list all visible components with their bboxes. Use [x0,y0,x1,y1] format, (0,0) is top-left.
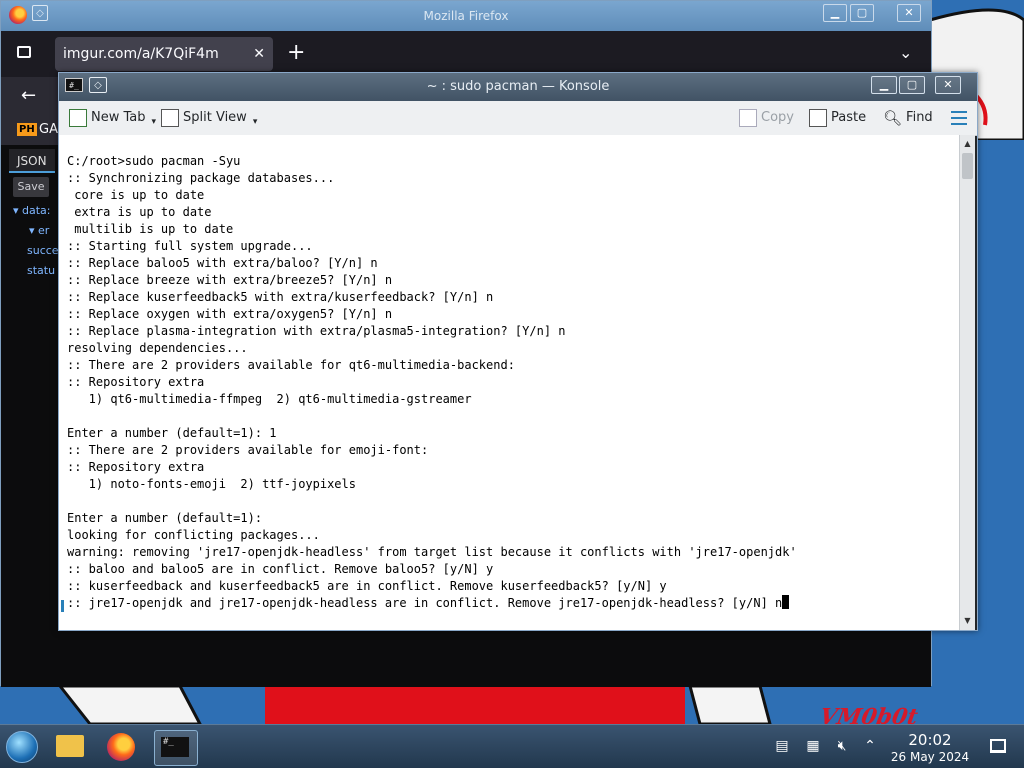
terminal-line: warning: removing 'jre17-openjdk-headles… [67,545,797,559]
new-tab-button[interactable]: New Tab ▾ [69,101,156,135]
konsole-toolbar: New Tab ▾ Split View ▾ Copy Paste 🔍︎ Fin… [59,101,977,136]
tabs-overview-icon[interactable] [17,46,31,58]
maximize-button[interactable]: ▢ [899,76,925,94]
minimize-button[interactable]: ▁ [871,76,897,94]
tab-close-icon[interactable]: ✕ [253,37,265,71]
copy-label: Copy [761,110,794,125]
terminal-line: :: Replace baloo5 with extra/baloo? [Y/n… [67,256,378,270]
scrollbar-thumb[interactable] [962,153,973,179]
terminal-line: resolving dependencies... [67,341,248,355]
terminal-line: :: Repository extra [67,460,205,474]
terminal-line: :: There are 2 providers available for e… [67,443,429,457]
json-tree-node[interactable]: ▾ data: [13,204,51,217]
minimize-button[interactable]: ▁ [823,4,847,22]
terminal-line: :: kuserfeedback and kuserfeedback5 are … [67,579,667,593]
terminal-cursor [782,595,790,609]
show-desktop-icon[interactable] [990,739,1006,753]
scroll-down-icon[interactable]: ▼ [960,614,975,628]
firefox-titlebar[interactable]: ◇ Mozilla Firefox ▁ ▢ ✕ [1,1,931,31]
new-tab-icon [69,109,87,127]
chevron-down-icon[interactable]: ▾ [253,105,258,139]
terminal-line: Enter a number (default=1): 1 [67,426,277,440]
current-line-marker [61,600,64,612]
terminal-line: multilib is up to date [67,222,234,236]
scroll-up-icon[interactable]: ▲ [960,137,975,151]
taskbar: #_ ▤ ▦ 🔇︎ ⌃ 20:02 26 May 2024 [0,724,1024,768]
maximize-button[interactable]: ▢ [850,4,874,22]
terminal-line: :: Replace plasma-integration with extra… [67,324,566,338]
terminal-line: :: Starting full system upgrade... [67,239,313,253]
copy-button[interactable]: Copy [739,101,794,135]
close-button[interactable]: ✕ [935,76,961,94]
volume-muted-icon[interactable]: 🔇︎ [834,738,850,754]
terminal-icon: #_ [161,737,189,757]
terminal-line: :: Synchronizing package databases... [67,171,335,185]
new-tab-label: New Tab [91,110,146,125]
tab-title: imgur.com/a/K7QiF4m [63,46,219,62]
json-tree-node[interactable]: succe [27,244,59,257]
terminal-line: Enter a number (default=1): [67,511,263,525]
terminal-line: 1) noto-fonts-emoji 2) ttf-joypixels [67,477,356,491]
paste-button[interactable]: Paste [809,101,866,135]
terminal-line: 1) qt6-multimedia-ffmpeg 2) qt6-multimed… [67,392,472,406]
tab-imgur[interactable]: imgur.com/a/K7QiF4m ✕ [55,37,273,71]
terminal-output[interactable]: C:/root>sudo pacman -Syu :: Synchronizin… [59,135,959,630]
paste-icon [809,109,827,127]
save-button[interactable]: Save [13,177,49,197]
find-button[interactable]: 🔍︎ Find [883,101,933,135]
chevron-down-icon[interactable]: ▾ [152,105,157,139]
firefox-icon[interactable] [107,733,135,761]
start-menu-button[interactable] [6,731,38,763]
search-icon: 🔍︎ [883,109,903,127]
notes-icon[interactable]: ▦ [805,738,821,754]
clock-time[interactable]: 20:02 [880,731,980,749]
terminal-line: C:/root>sudo pacman -Syu [67,154,241,168]
terminal-line: extra is up to date [67,205,212,219]
clock-date[interactable]: 26 May 2024 [880,750,980,764]
chevron-down-icon[interactable]: ⌄ [899,43,912,62]
konsole-titlebar[interactable]: #_ ◇ ~ : sudo pacman — Konsole ▁ ▢ ✕ [59,73,977,101]
file-manager-icon[interactable] [56,735,84,757]
copy-icon [739,109,757,127]
json-tree-node[interactable]: ▾ er [29,224,49,237]
close-button[interactable]: ✕ [897,4,921,22]
new-tab-button[interactable]: + [287,41,305,65]
terminal-line: :: Replace kuserfeedback5 with extra/kus… [67,290,494,304]
terminal-line: :: jre17-openjdk and jre17-openjdk-headl… [67,596,783,610]
find-label: Find [906,110,933,125]
terminal-line: :: Replace breeze with extra/breeze5? [Y… [67,273,393,287]
bookmark-favicon[interactable]: PH [17,123,37,136]
firefox-window-title: Mozilla Firefox [423,9,509,23]
terminal-text: C:/root>sudo pacman -Syu :: Synchronizin… [67,153,797,612]
split-view-icon [161,109,179,127]
back-button[interactable]: ← [21,85,36,106]
terminal-line: :: There are 2 providers available for q… [67,358,515,372]
terminal-line: :: Repository extra [67,375,205,389]
paste-label: Paste [831,110,867,125]
split-view-label: Split View [183,110,247,125]
terminal-line: :: Replace oxygen with extra/oxygen5? [Y… [67,307,393,321]
clipboard-icon[interactable]: ▤ [774,738,790,754]
konsole-taskbar-button[interactable]: #_ [154,730,198,766]
terminal-scrollbar[interactable]: ▲ ▼ [959,135,975,630]
konsole-window[interactable]: #_ ◇ ~ : sudo pacman — Konsole ▁ ▢ ✕ New… [58,72,978,631]
tab-json[interactable]: JSON [9,149,55,173]
terminal-line: looking for conflicting packages... [67,528,320,542]
terminal-line: core is up to date [67,188,205,202]
split-view-button[interactable]: Split View ▾ [161,101,257,135]
chevron-up-icon[interactable]: ⌃ [862,738,878,754]
hamburger-menu-icon[interactable] [951,111,967,125]
terminal-line: :: baloo and baloo5 are in conflict. Rem… [67,562,494,576]
json-tree-node[interactable]: statu [27,264,55,277]
konsole-window-title: ~ : sudo pacman — Konsole [426,79,610,94]
